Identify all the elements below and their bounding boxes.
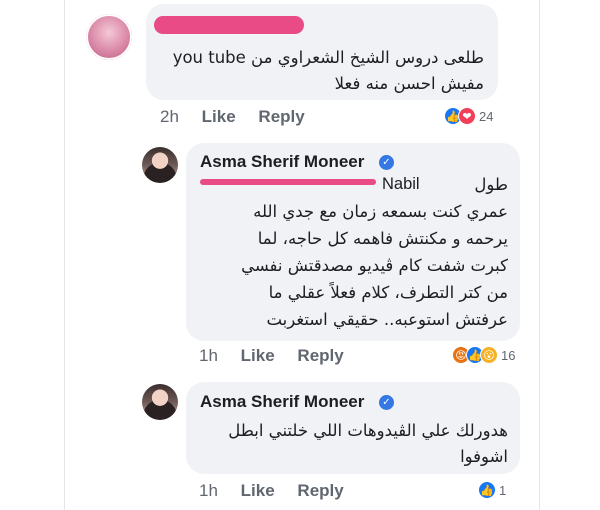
comment-time[interactable]: 1h (199, 346, 218, 365)
comment-text-line: مفيش احسن منه فعلا (334, 74, 484, 93)
redacted-mention (200, 179, 376, 185)
comment-author[interactable]: Asma Sherif Moneer (200, 392, 364, 412)
comment-actions: 1h Like Reply (199, 346, 362, 366)
comment-bubble: Asma Sherif Moneer ✓ هدورلك علي الڤيدوها… (186, 382, 520, 474)
verified-badge-icon: ✓ (379, 155, 394, 170)
reaction-count: 16 (501, 347, 516, 363)
love-icon: ❤ (458, 107, 476, 125)
reactions-summary[interactable]: 👍 1 (478, 480, 506, 500)
reactions-summary[interactable]: 😡 👍 😮 16 (452, 345, 515, 365)
comment-text-line: عرفتش استوعبه.. حقيقي استغربت (266, 310, 508, 329)
wow-icon: 😮 (480, 346, 498, 364)
frame-right-border (539, 0, 540, 510)
reaction-count: 1 (499, 482, 507, 498)
reply-button[interactable]: Reply (297, 346, 343, 365)
mention-name[interactable]: Nabil (382, 171, 420, 198)
comment-author[interactable]: Asma Sherif Moneer (200, 152, 364, 172)
comment-bubble: طلعى دروس الشيخ الشعراوي من you tube مفي… (146, 4, 498, 100)
avatar[interactable] (142, 147, 178, 183)
like-button[interactable]: Like (202, 107, 236, 126)
comment-actions: 2h Like Reply (160, 107, 323, 127)
comment-text-line: هدورلك علي الڤيدوهات اللي خلتني ابطل (228, 421, 508, 440)
comment-time[interactable]: 2h (160, 107, 179, 126)
comment-actions: 1h Like Reply (199, 481, 362, 501)
verified-badge-icon: ✓ (379, 395, 394, 410)
like-button[interactable]: Like (241, 481, 275, 500)
reactions-summary[interactable]: 👍 ❤ 24 (444, 106, 493, 126)
comment-text-line: اشوفوا (460, 447, 508, 466)
like-button[interactable]: Like (241, 346, 275, 365)
avatar[interactable] (86, 14, 132, 60)
comment-text-line: طول (474, 175, 508, 194)
comment-text-line: عمري كنت بسمعه زمان مع جدي الله (253, 202, 508, 221)
redacted-author-name (154, 16, 304, 34)
comment-text-line: من كتر التطرف، كلام فعلاً عقلي ما (268, 283, 508, 302)
comment-bubble: Asma Sherif Moneer ✓ Nabil طول عمري كنت … (186, 143, 520, 341)
like-icon: 👍 (478, 481, 496, 499)
reaction-count: 24 (479, 108, 494, 124)
avatar-ring (86, 14, 132, 60)
frame-left-border (64, 0, 65, 510)
comment-text-line: يرحمه و مكنتش فاهمه كل حاجه، لما (257, 229, 508, 248)
comment-text-line: كبرت شفت كام ڤيديو مصدقتش نفسي (241, 256, 508, 275)
reply-button[interactable]: Reply (297, 481, 343, 500)
comment-time[interactable]: 1h (199, 481, 218, 500)
reply-button[interactable]: Reply (258, 107, 304, 126)
comment-text-line: طلعى دروس الشيخ الشعراوي من you tube (172, 48, 484, 67)
avatar[interactable] (142, 384, 178, 420)
